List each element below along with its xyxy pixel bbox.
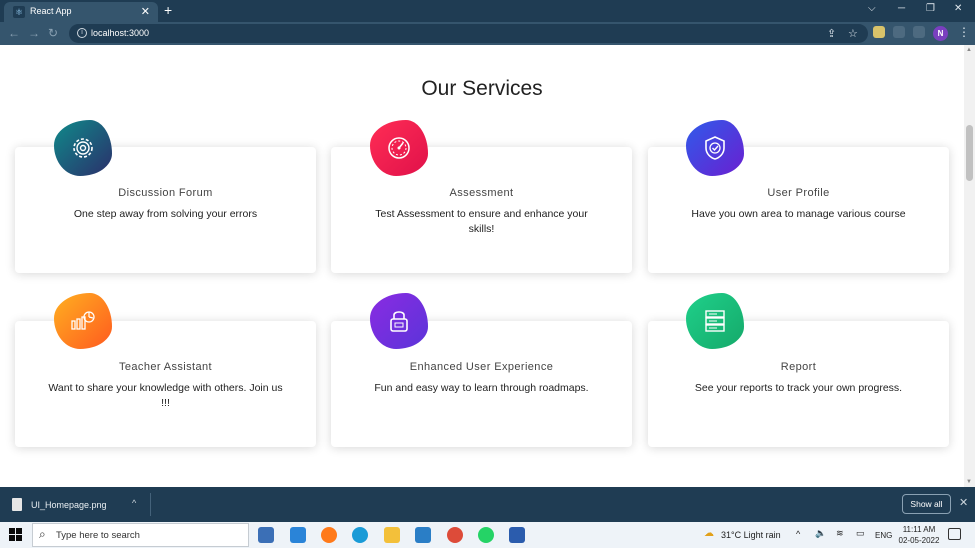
shield-icon xyxy=(686,120,744,176)
file-explorer-icon[interactable] xyxy=(384,527,400,543)
reload-button[interactable]: ↻ xyxy=(48,26,58,40)
server-icon xyxy=(686,293,744,349)
tab-title: React App xyxy=(30,6,72,16)
service-card-teacher-assistant[interactable]: Teacher Assistant Want to share your kno… xyxy=(15,321,316,447)
section-title: Our Services xyxy=(421,77,543,100)
whatsapp-icon[interactable] xyxy=(478,527,494,543)
profile-avatar[interactable]: N xyxy=(933,26,948,41)
service-title: Report xyxy=(780,361,817,373)
service-description: One step away from solving your errors xyxy=(73,208,258,220)
tab-react-app[interactable]: ⚛ React App ✕ xyxy=(4,2,158,22)
notification-center-icon[interactable] xyxy=(948,528,961,540)
language-indicator[interactable]: ENG xyxy=(875,531,892,540)
page-scrollbar[interactable]: ▲ ▼ xyxy=(964,45,975,487)
speedometer-icon xyxy=(370,120,428,176)
service-title: User Profile xyxy=(767,187,830,199)
service-description: Have you own area to manage various cour… xyxy=(691,208,906,220)
page-viewport: Our Services Discussion Forum One step a… xyxy=(0,45,964,487)
chart-presentation-icon xyxy=(54,293,112,349)
search-icon: ⌕ xyxy=(39,527,46,541)
service-card-enhanced-user-experience[interactable]: Enhanced User Experience Fun and easy wa… xyxy=(331,321,632,447)
scroll-thumb[interactable] xyxy=(966,125,973,181)
taskbar-search-input[interactable]: ⌕ Type here to search xyxy=(32,523,249,547)
close-downloads-icon[interactable]: ✕ xyxy=(959,496,968,509)
firefox-icon[interactable] xyxy=(321,527,337,543)
show-all-button[interactable]: Show all xyxy=(902,494,951,514)
downloads-bar: UI_Homepage.png ^ Show all ✕ xyxy=(0,487,975,522)
word-icon[interactable] xyxy=(509,527,525,543)
browser-tab-bar: ⚛ React App ✕ + ⌵ ─ ❐ ✕ xyxy=(0,0,975,22)
weather-icon[interactable]: ☁ xyxy=(704,528,714,539)
address-bar[interactable]: i localhost:3000 ⇪ ☆ xyxy=(69,24,868,43)
search-placeholder: Type here to search xyxy=(56,530,140,541)
puzzle-icon[interactable] xyxy=(893,26,905,38)
weather-text[interactable]: 31°C Light rain xyxy=(721,530,781,540)
service-title: Teacher Assistant xyxy=(118,361,212,373)
divider xyxy=(150,493,151,516)
forward-button[interactable]: → xyxy=(28,26,40,40)
site-info-icon[interactable]: i xyxy=(77,28,87,38)
service-description: See your reports to track your own progr… xyxy=(694,382,903,394)
vscode-icon[interactable] xyxy=(415,527,431,543)
scroll-up-icon[interactable]: ▲ xyxy=(966,47,972,53)
system-clock[interactable]: 11:11 AM 02-05-2022 xyxy=(898,524,940,546)
react-favicon-icon: ⚛ xyxy=(13,6,25,18)
task-view-icon[interactable] xyxy=(258,527,274,543)
menu-kebab-icon[interactable]: ⋮ xyxy=(958,25,970,39)
windows-taskbar: ⌕ Type here to search ☁ 31°C Light rain … xyxy=(0,522,975,548)
tray-overflow-chevron-icon[interactable]: ^ xyxy=(796,529,800,539)
url-text[interactable]: localhost:3000 xyxy=(91,28,149,38)
browser-toolbar: ← → ↻ i localhost:3000 ⇪ ☆ xyxy=(0,22,975,45)
service-description: Want to share your knowledge with others… xyxy=(48,382,283,409)
extension-icon[interactable] xyxy=(873,26,885,38)
wifi-icon[interactable]: ≋ xyxy=(836,528,844,539)
new-tab-button[interactable]: + xyxy=(164,2,172,18)
service-title: Enhanced User Experience xyxy=(409,361,554,373)
volume-icon[interactable]: 🔈 xyxy=(815,528,826,539)
restore-button[interactable]: ❐ xyxy=(926,3,935,14)
service-title: Discussion Forum xyxy=(118,187,213,199)
chrome-icon[interactable] xyxy=(447,527,463,543)
gear-icon xyxy=(54,120,112,176)
back-button[interactable]: ← xyxy=(8,26,20,40)
minimize-button[interactable]: ─ xyxy=(898,3,905,14)
file-icon xyxy=(12,498,22,511)
windows-start-icon[interactable] xyxy=(9,528,23,542)
tab-close-icon[interactable]: ✕ xyxy=(141,5,150,18)
clock-date: 02-05-2022 xyxy=(898,536,940,545)
service-description: Fun and easy way to learn through roadma… xyxy=(374,382,589,394)
mail-icon[interactable] xyxy=(290,527,306,543)
service-title: Assessment xyxy=(449,187,514,199)
service-description: Test Assessment to ensure and enhance yo… xyxy=(375,208,588,235)
share-icon[interactable]: ⇪ xyxy=(827,27,836,40)
download-options-chevron-icon[interactable]: ^ xyxy=(132,498,136,508)
battery-icon[interactable]: ▭ xyxy=(856,528,865,539)
tab-search-icon[interactable]: ⌵ xyxy=(868,3,876,14)
clock-time: 11:11 AM xyxy=(902,525,936,534)
download-file-name[interactable]: UI_Homepage.png xyxy=(31,500,107,510)
edge-icon[interactable] xyxy=(352,527,368,543)
reading-list-icon[interactable] xyxy=(913,26,925,38)
star-icon[interactable]: ☆ xyxy=(848,27,858,40)
scroll-down-icon[interactable]: ▼ xyxy=(966,479,972,485)
close-window-button[interactable]: ✕ xyxy=(954,3,962,14)
lock-icon xyxy=(370,293,428,349)
